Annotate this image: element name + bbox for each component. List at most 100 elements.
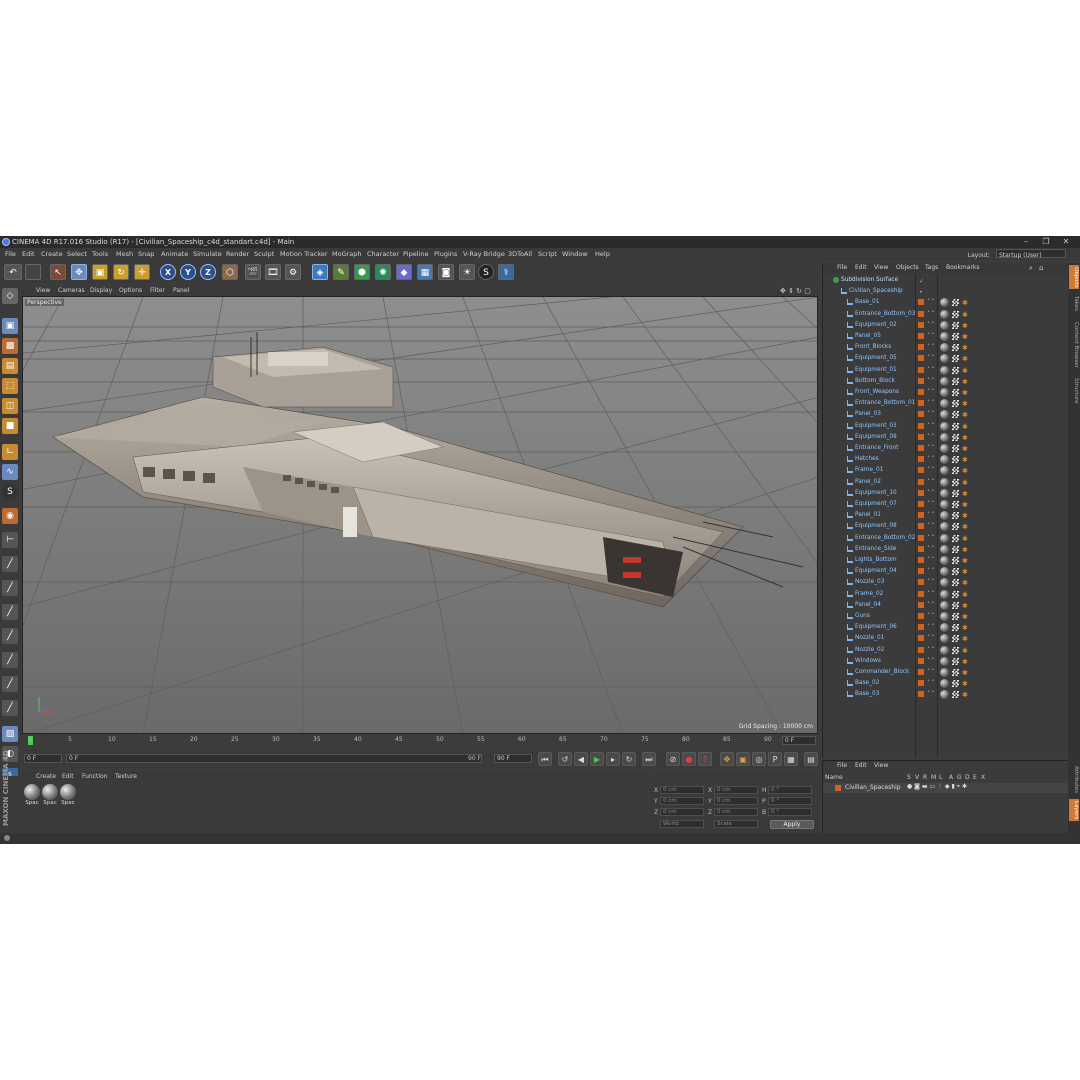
object-name[interactable]: Entrance_Bottom_01	[855, 398, 915, 409]
edges-mode-icon[interactable]: ◫	[2, 398, 18, 414]
rotation-p-field[interactable]: 0 °	[768, 797, 812, 805]
floor-icon[interactable]: ▦	[417, 264, 433, 280]
object-name[interactable]: Entrance_Bottom_03	[855, 309, 915, 320]
layer-color-swatch[interactable]	[918, 467, 924, 474]
uvw-tag-icon[interactable]	[952, 624, 959, 632]
object-row[interactable]: Panel_01 • • ✱	[823, 510, 1069, 521]
model-mode-icon[interactable]: ▣	[2, 318, 18, 334]
visibility-dots-icon[interactable]: • •	[927, 466, 935, 471]
layer-color-swatch[interactable]	[918, 691, 924, 698]
visibility-dots-icon[interactable]: • •	[927, 623, 935, 628]
coordinate-system-icon[interactable]: ⬡	[222, 264, 238, 280]
material-swatch[interactable]: Spac	[42, 784, 58, 806]
z-axis-lock-icon[interactable]: Z	[200, 264, 216, 280]
object-row-root[interactable]: Subdivision Surface ✓	[823, 275, 1069, 286]
layer-color-swatch[interactable]	[918, 545, 924, 552]
material-tag-icon[interactable]	[940, 343, 949, 353]
object-name[interactable]: Lights_Bottom	[855, 555, 897, 566]
workplane-grid-icon[interactable]: ▧	[2, 726, 18, 742]
size-x-field[interactable]: 0 cm	[714, 786, 758, 794]
uvw-tag-icon[interactable]	[952, 366, 959, 374]
layer-column-d[interactable]: D	[965, 774, 970, 781]
visibility-dots-icon[interactable]: • •	[927, 410, 935, 415]
brush-tool-icon[interactable]: ╱	[2, 676, 18, 692]
material-tag-icon[interactable]	[940, 488, 949, 498]
layer-menu-file[interactable]: File	[837, 762, 847, 769]
menu-animate[interactable]: Animate	[161, 248, 188, 260]
step-back-icon[interactable]: ◀	[574, 752, 588, 766]
axis-mode-icon[interactable]: ∟	[2, 444, 18, 460]
point-level-icon[interactable]: ▦	[784, 752, 798, 766]
step-forward-key-icon[interactable]: ↻	[622, 752, 636, 766]
material-tag-icon[interactable]	[940, 679, 949, 689]
material-tag-icon[interactable]	[940, 544, 949, 554]
edit-render-settings-icon[interactable]: ⚙	[285, 264, 301, 280]
object-name[interactable]: Entrance_Side	[855, 544, 896, 555]
material-tag-icon[interactable]	[940, 432, 949, 442]
visibility-dots-icon[interactable]: • •	[927, 567, 935, 572]
object-row[interactable]: Equipment_08 • • ✱	[823, 521, 1069, 532]
visibility-dots-icon[interactable]: • •	[927, 320, 935, 325]
layer-color-swatch[interactable]	[918, 590, 924, 597]
menu-render[interactable]: Render	[226, 248, 249, 260]
material-tag-icon[interactable]	[940, 298, 949, 308]
object-row[interactable]: Panel_04 • • ✱	[823, 600, 1069, 611]
tab-structure[interactable]: Structure	[1069, 375, 1079, 407]
size-z-field[interactable]: 0 cm	[714, 808, 758, 816]
layer-column-name[interactable]: Name	[825, 774, 843, 781]
material-tag-icon[interactable]	[940, 567, 949, 577]
object-row[interactable]: Base_01 • • ✱	[823, 297, 1069, 308]
object-row[interactable]: Equipment_05 • • ✱	[823, 353, 1069, 364]
uvw-tag-icon[interactable]	[952, 669, 959, 676]
menu-tools[interactable]: Tools	[92, 248, 108, 260]
object-name[interactable]: Entrance_Front	[855, 443, 899, 454]
object-row[interactable]: Equipment_06 • • ✱	[823, 622, 1069, 633]
visibility-dots-icon[interactable]: • •	[927, 332, 935, 337]
end-frame-field[interactable]: 90 F	[494, 754, 532, 763]
object-name[interactable]: Equipment_04	[855, 566, 897, 577]
uvw-tag-icon[interactable]	[952, 411, 959, 419]
layer-color-swatch[interactable]	[918, 680, 924, 687]
object-row[interactable]: Nozzle_01 • • ✱	[823, 633, 1069, 644]
uvw-tag-icon[interactable]	[952, 344, 959, 352]
object-row[interactable]: Nozzle_03 • • ✱	[823, 577, 1069, 588]
visibility-dots-icon[interactable]: • •	[927, 556, 935, 561]
object-name[interactable]: Equipment_01	[855, 365, 897, 376]
menu-help[interactable]: Help	[595, 248, 610, 260]
layer-menu-edit[interactable]: Edit	[855, 762, 867, 769]
vp-menu-cameras[interactable]: Cameras	[58, 286, 85, 296]
object-name[interactable]: Frame_01	[855, 465, 883, 476]
object-name[interactable]: Nozzle_03	[855, 577, 884, 588]
layer-color-swatch[interactable]	[918, 344, 924, 351]
object-row[interactable]: Entrance_Bottom_02 • • ✱	[823, 533, 1069, 544]
uvw-tag-icon[interactable]	[952, 512, 959, 520]
layer-color-swatch[interactable]	[918, 310, 924, 317]
visibility-dots-icon[interactable]: • •	[927, 500, 935, 505]
menu-mesh[interactable]: Mesh	[116, 248, 133, 260]
object-name[interactable]: Panel_01	[855, 510, 881, 521]
object-name[interactable]: Hatches	[855, 454, 879, 465]
object-name[interactable]: Front_Weapons	[855, 387, 899, 398]
object-row[interactable]: Panel_02 • • ✱	[823, 477, 1069, 488]
visibility-dots-icon[interactable]: • •	[927, 533, 935, 538]
position-key-icon[interactable]: ✥	[720, 752, 734, 766]
object-row[interactable]: Base_03 • • ✱	[823, 689, 1069, 700]
obj-menu-objects[interactable]: Objects	[896, 264, 919, 271]
object-row[interactable]: Civilian_Spaceship •	[823, 286, 1069, 297]
object-name[interactable]: Equipment_10	[855, 488, 897, 499]
material-tag-icon[interactable]	[940, 376, 949, 386]
step-back-key-icon[interactable]: ↺	[558, 752, 572, 766]
material-tag-icon[interactable]	[940, 477, 949, 487]
object-name[interactable]: Windows	[855, 656, 881, 667]
object-name[interactable]: Panel_05	[855, 331, 881, 342]
uvw-tag-icon[interactable]	[952, 433, 959, 441]
object-row[interactable]: Windows • • ✱	[823, 656, 1069, 667]
object-name[interactable]: Nozzle_02	[855, 645, 884, 656]
position-y-field[interactable]: 0 cm	[660, 797, 704, 805]
visibility-dots-icon[interactable]: • •	[927, 645, 935, 650]
layer-column-a[interactable]: A	[949, 774, 953, 781]
layer-column-e[interactable]: E	[973, 774, 977, 781]
layer-color-swatch[interactable]	[918, 478, 924, 485]
magnet-icon[interactable]: ◉	[2, 508, 18, 524]
visibility-dots-icon[interactable]: • •	[927, 477, 935, 482]
